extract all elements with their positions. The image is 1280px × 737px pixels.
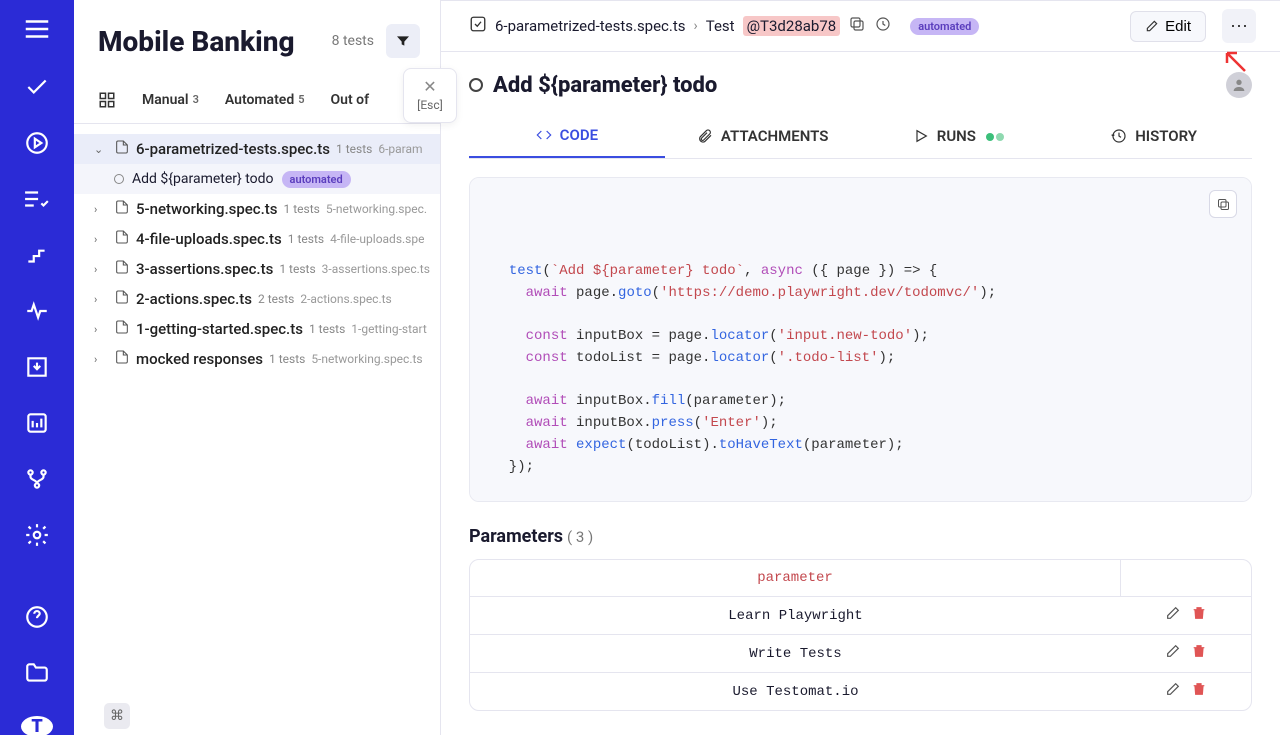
code-block: test(`Add ${parameter} todo`, async ({ p…	[469, 177, 1252, 502]
tab-manual[interactable]: Manual3	[142, 92, 199, 108]
file-row[interactable]: ›2-actions.spec.ts 2 tests 2-actions.spe…	[74, 284, 440, 314]
delete-icon[interactable]	[1191, 681, 1207, 702]
steps-icon[interactable]	[24, 242, 50, 272]
tab-history[interactable]: HISTORY	[1056, 114, 1252, 158]
chevron-icon: ›	[94, 323, 108, 336]
settings-icon[interactable]	[24, 522, 50, 552]
app-logo[interactable]: T	[21, 716, 53, 737]
tab-code[interactable]: CODE	[469, 114, 665, 158]
project-title: Mobile Banking	[98, 25, 320, 58]
param-row: Use Testomat.io	[470, 673, 1251, 710]
chevron-icon: ›	[94, 203, 108, 216]
tab-runs[interactable]: RUNS	[861, 114, 1057, 158]
file-row[interactable]: ›3-assertions.spec.ts 1 tests 3-assertio…	[74, 254, 440, 284]
chevron-icon: ›	[94, 263, 108, 276]
chart-icon[interactable]	[24, 410, 50, 440]
sidebar: Mobile Banking 8 tests ✕ [Esc] Manual3 A…	[74, 0, 441, 735]
import-icon[interactable]	[24, 354, 50, 384]
delete-icon[interactable]	[1191, 643, 1207, 664]
edit-button[interactable]: Edit	[1130, 11, 1206, 42]
file-row[interactable]: ›1-getting-started.spec.ts 1 tests 1-get…	[74, 314, 440, 344]
copy-code-button[interactable]	[1209, 190, 1237, 218]
file-row[interactable]: ⌄6-parametrized-tests.spec.ts 1 tests 6-…	[74, 134, 440, 164]
delete-icon[interactable]	[1191, 605, 1207, 626]
file-row[interactable]: ›5-networking.spec.ts 1 tests 5-networki…	[74, 194, 440, 224]
more-button[interactable]: ⋯	[1222, 9, 1256, 43]
test-title: Add ${parameter} todo	[493, 73, 1216, 98]
test-row[interactable]: Add ${parameter} todo automated	[74, 164, 440, 194]
chevron-icon: ⌄	[94, 143, 108, 156]
edit-icon[interactable]	[1165, 681, 1181, 702]
file-row[interactable]: ›mocked responses 1 tests 5-networking.s…	[74, 344, 440, 374]
status-dot-icon	[114, 174, 124, 184]
edit-icon[interactable]	[1165, 643, 1181, 664]
help-icon[interactable]	[24, 604, 50, 634]
param-row: Write Tests	[470, 635, 1251, 673]
breadcrumb-file[interactable]: 6-parametrized-tests.spec.ts	[495, 17, 686, 35]
folder-icon[interactable]	[24, 660, 50, 690]
tab-automated[interactable]: Automated5	[225, 92, 305, 108]
global-nav: T	[0, 0, 74, 735]
branch-icon[interactable]	[24, 466, 50, 496]
parameters-heading: Parameters	[469, 526, 563, 547]
file-tree: ⌄6-parametrized-tests.spec.ts 1 tests 6-…	[74, 124, 440, 735]
chevron-icon: ›	[94, 293, 108, 306]
breadcrumb-test-label: Test	[706, 17, 735, 35]
chevron-icon: ›	[94, 353, 108, 366]
automated-badge: automated	[910, 18, 979, 35]
status-circle-icon	[469, 78, 483, 92]
check-icon[interactable]	[24, 74, 50, 104]
param-column-header: parameter	[470, 560, 1121, 596]
parameters-count: ( 3 )	[567, 528, 593, 546]
project-test-count: 8 tests	[332, 33, 374, 49]
tab-attachments[interactable]: ATTACHMENTS	[665, 114, 861, 158]
list-check-icon[interactable]	[24, 186, 50, 216]
automated-badge: automated	[282, 171, 351, 188]
param-row: Learn Playwright	[470, 597, 1251, 635]
avatar[interactable]	[1226, 72, 1252, 98]
close-icon[interactable]: ✕	[423, 77, 436, 96]
chevron-icon: ›	[94, 233, 108, 246]
history-id-icon[interactable]	[874, 15, 892, 37]
breadcrumb-test-id[interactable]: @T3d28ab78	[743, 16, 841, 36]
command-palette-button[interactable]: ⌘	[104, 703, 130, 729]
tab-out-of-sync[interactable]: Out of	[331, 92, 370, 108]
checkbox-icon	[469, 15, 487, 37]
copy-id-icon[interactable]	[848, 15, 866, 37]
filter-button[interactable]	[386, 24, 420, 58]
menu-icon[interactable]	[22, 14, 52, 48]
breadcrumb-separator: ›	[694, 18, 698, 34]
file-row[interactable]: ›4-file-uploads.spec.ts 1 tests 4-file-u…	[74, 224, 440, 254]
esc-popover: ✕ [Esc]	[403, 68, 457, 123]
play-icon[interactable]	[24, 130, 50, 160]
breadcrumb-bar: 6-parametrized-tests.spec.ts › Test @T3d…	[441, 1, 1280, 52]
esc-label: [Esc]	[417, 98, 443, 112]
tab-all-icon[interactable]	[98, 91, 116, 109]
parameters-table: parameter Learn PlaywrightWrite TestsUse…	[469, 559, 1252, 711]
main-panel: 6-parametrized-tests.spec.ts › Test @T3d…	[441, 0, 1280, 735]
pulse-icon[interactable]	[24, 298, 50, 328]
edit-icon[interactable]	[1165, 605, 1181, 626]
